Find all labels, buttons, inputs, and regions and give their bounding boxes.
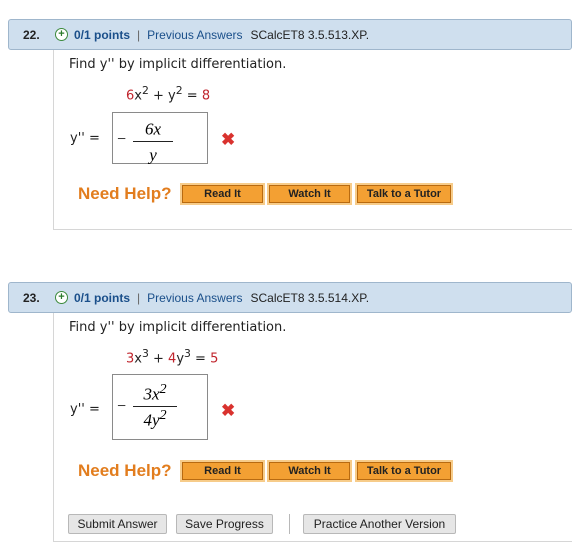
need-help-label: Need Help? (78, 184, 172, 203)
exponent: 2 (141, 84, 149, 97)
equation: 3x3 + 4y3 = 5 (126, 347, 218, 366)
question-prompt: Find y'' by implicit differentiation. (69, 320, 287, 335)
submit-answer-button[interactable]: Submit Answer (68, 514, 167, 534)
denominator-exponent: 2 (159, 406, 167, 423)
variable: x (134, 88, 142, 104)
question-code: SCalcET8 3.5.514.XP. (250, 290, 370, 305)
numerator-exponent: 2 (159, 381, 167, 397)
answer-sign: − (117, 131, 127, 148)
constant: 5 (210, 351, 219, 367)
question-body: Find y'' by implicit differentiation. 3x… (53, 313, 572, 542)
operator: + (148, 88, 169, 104)
question-prompt: Find y'' by implicit differentiation. (69, 57, 287, 72)
points: 0/1 points (74, 27, 131, 42)
separator: | (137, 290, 141, 305)
answer-numerator: 3x (143, 384, 160, 404)
talk-to-tutor-button[interactable]: Talk to a Tutor (355, 183, 453, 205)
variable: y (168, 88, 176, 104)
operator: + (148, 351, 169, 367)
plus-circle-icon[interactable]: + (55, 28, 68, 41)
question-code: SCalcET8 3.5.513.XP. (250, 27, 370, 42)
watch-it-button[interactable]: Watch It (267, 460, 352, 482)
answer-sign: − (117, 398, 127, 415)
answer-input[interactable]: − 3x2 4y2 (112, 374, 208, 440)
previous-answers-link[interactable]: Previous Answers (147, 28, 242, 42)
answer-input[interactable]: − 6x y (112, 112, 208, 164)
plus-circle-icon[interactable]: + (55, 291, 68, 304)
talk-to-tutor-button[interactable]: Talk to a Tutor (355, 460, 453, 482)
answer-fraction: 3x2 4y2 (133, 381, 177, 430)
answer-fraction: 6x y (133, 116, 173, 165)
save-progress-button[interactable]: Save Progress (176, 514, 273, 534)
variable: x (134, 351, 142, 367)
wrong-x-icon: ✖ (221, 401, 236, 420)
points: 0/1 points (74, 290, 131, 305)
exponent: 3 (141, 347, 149, 360)
practice-another-version-button[interactable]: Practice Another Version (303, 514, 456, 534)
variable: y (176, 351, 185, 367)
wrong-x-icon: ✖ (221, 130, 236, 149)
answer-label: y'' = (70, 131, 100, 146)
question-body: Find y'' by implicit differentiation. 6x… (53, 50, 572, 230)
read-it-button[interactable]: Read It (180, 183, 265, 205)
equals: = (182, 88, 202, 104)
exponent: 3 (184, 347, 191, 360)
watch-it-button[interactable]: Watch It (267, 183, 352, 205)
question-header: 23. + 0/1 points | Previous Answers SCal… (8, 282, 572, 313)
question-number: 22. (23, 27, 40, 42)
exponent: 2 (175, 84, 183, 97)
answer-label: y'' = (70, 402, 100, 417)
answer-denominator: y (149, 145, 157, 165)
equation: 6x2 + y2 = 8 (126, 84, 210, 103)
question-header: 22. + 0/1 points | Previous Answers SCal… (8, 19, 572, 50)
question-number: 23. (23, 290, 40, 305)
answer-numerator: 6x (144, 119, 162, 139)
divider (289, 514, 290, 534)
need-help-label: Need Help? (78, 461, 172, 480)
equals: = (190, 351, 211, 367)
constant: 8 (201, 88, 211, 104)
separator: | (137, 27, 141, 42)
answer-denominator: 4y (143, 410, 160, 430)
previous-answers-link[interactable]: Previous Answers (147, 291, 242, 305)
read-it-button[interactable]: Read It (180, 460, 265, 482)
